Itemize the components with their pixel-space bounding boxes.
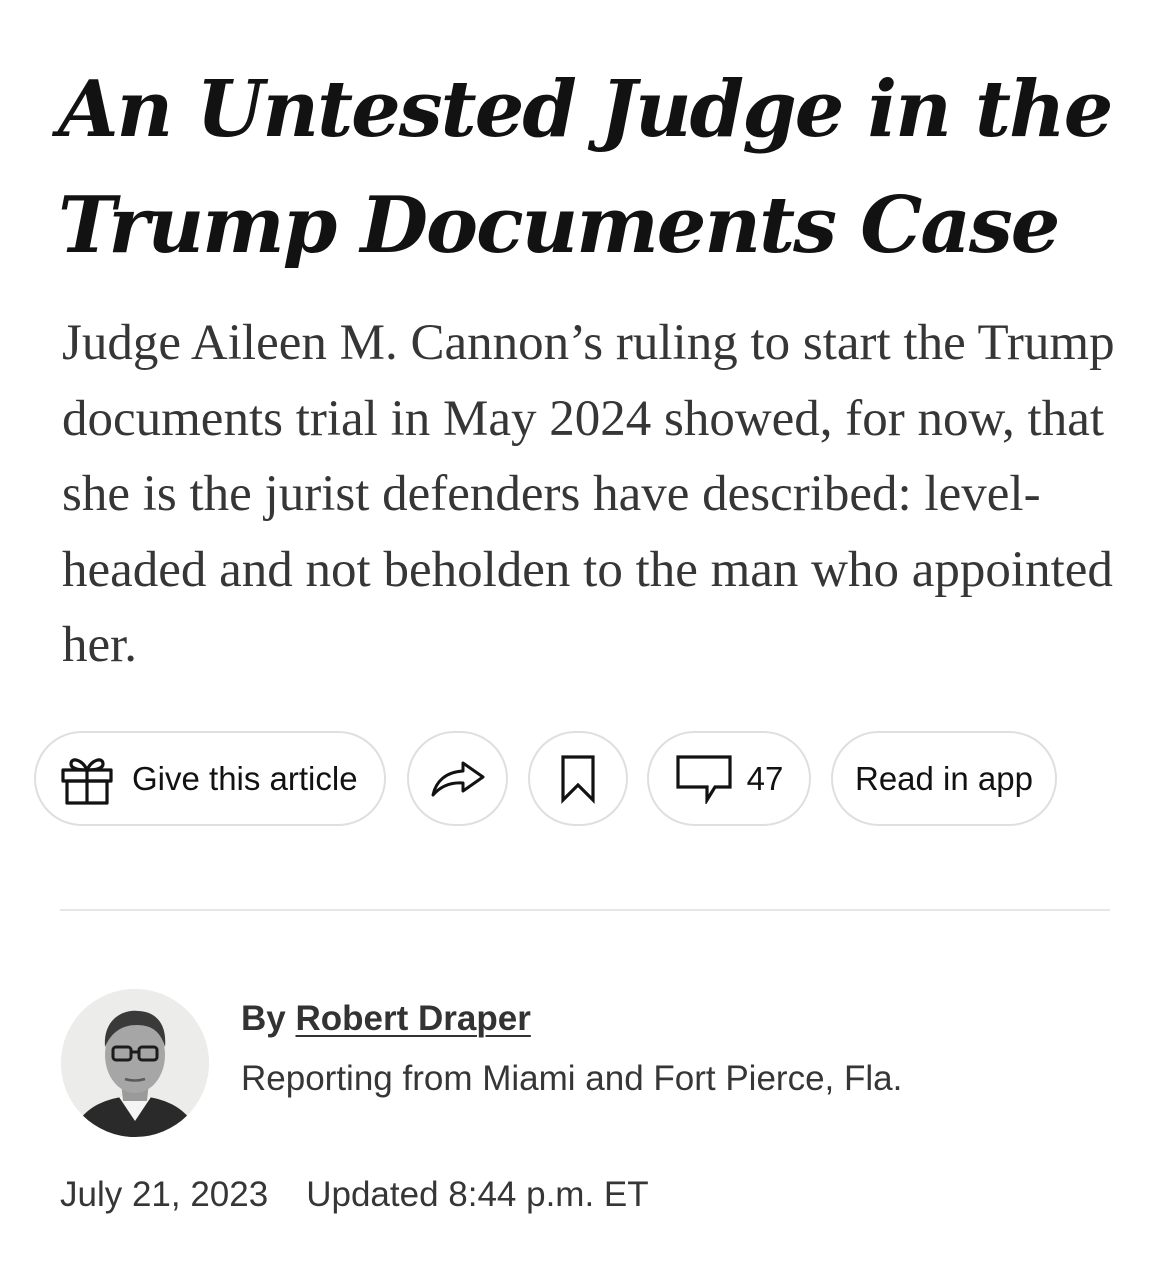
published-date: July 21, 2023 (60, 1175, 269, 1214)
read-in-app-button[interactable]: Read in app (831, 731, 1057, 826)
give-article-label: Give this article (132, 759, 358, 797)
share-arrow-icon (430, 759, 486, 799)
share-button[interactable] (407, 731, 508, 826)
comments-button[interactable]: 47 (647, 731, 811, 826)
gift-icon (60, 751, 114, 807)
give-article-button[interactable]: Give this article (34, 731, 386, 826)
byline-prefix: By (241, 999, 286, 1038)
author-avatar[interactable] (61, 989, 209, 1137)
reporting-location: Reporting from Miami and Fort Pierce, Fl… (241, 1059, 903, 1098)
article-summary: Judge Aileen M. Cannon’s ruling to start… (62, 315, 1115, 673)
read-in-app-label: Read in app (855, 759, 1033, 797)
updated-time: Updated 8:44 p.m. ET (306, 1175, 649, 1214)
article-timestamp: July 21, 2023 Updated 8:44 p.m. ET (60, 1172, 649, 1218)
save-article-button[interactable] (528, 731, 628, 826)
comment-count: 47 (746, 759, 784, 797)
section-divider (60, 909, 1110, 911)
article-headline: An Untested Judge in the Trump Documents… (58, 64, 1113, 271)
byline: By Robert Draper (241, 996, 531, 1042)
comment-bubble-icon (675, 754, 733, 804)
author-link[interactable]: Robert Draper (295, 999, 530, 1038)
bookmark-icon (560, 754, 596, 804)
